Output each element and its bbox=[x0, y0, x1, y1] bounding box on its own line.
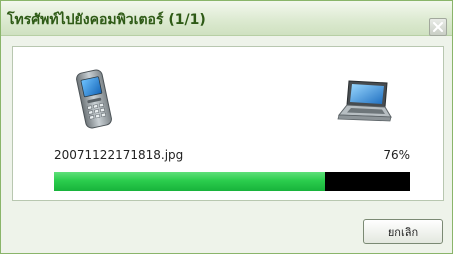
transfer-dialog: โทรศัพท์ไปยังคอมพิวเตอร์ (1/1) 200711221… bbox=[0, 0, 453, 254]
progress-percent: 76% bbox=[383, 148, 410, 162]
laptop-icon bbox=[337, 80, 392, 122]
progress-bar-fill bbox=[54, 172, 325, 191]
title-bar[interactable]: โทรศัพท์ไปยังคอมพิวเตอร์ (1/1) bbox=[1, 1, 452, 36]
mobile-phone-icon bbox=[76, 69, 112, 129]
dialog-title: โทรศัพท์ไปยังคอมพิวเตอร์ (1/1) bbox=[7, 12, 206, 28]
cancel-button[interactable]: ยกเลิก bbox=[363, 219, 443, 244]
close-button[interactable] bbox=[429, 18, 447, 36]
transfer-panel: 20071122171818.jpg 76% bbox=[12, 46, 444, 201]
progress-bar bbox=[54, 172, 410, 191]
file-name: 20071122171818.jpg bbox=[54, 148, 184, 162]
close-icon bbox=[433, 22, 443, 32]
